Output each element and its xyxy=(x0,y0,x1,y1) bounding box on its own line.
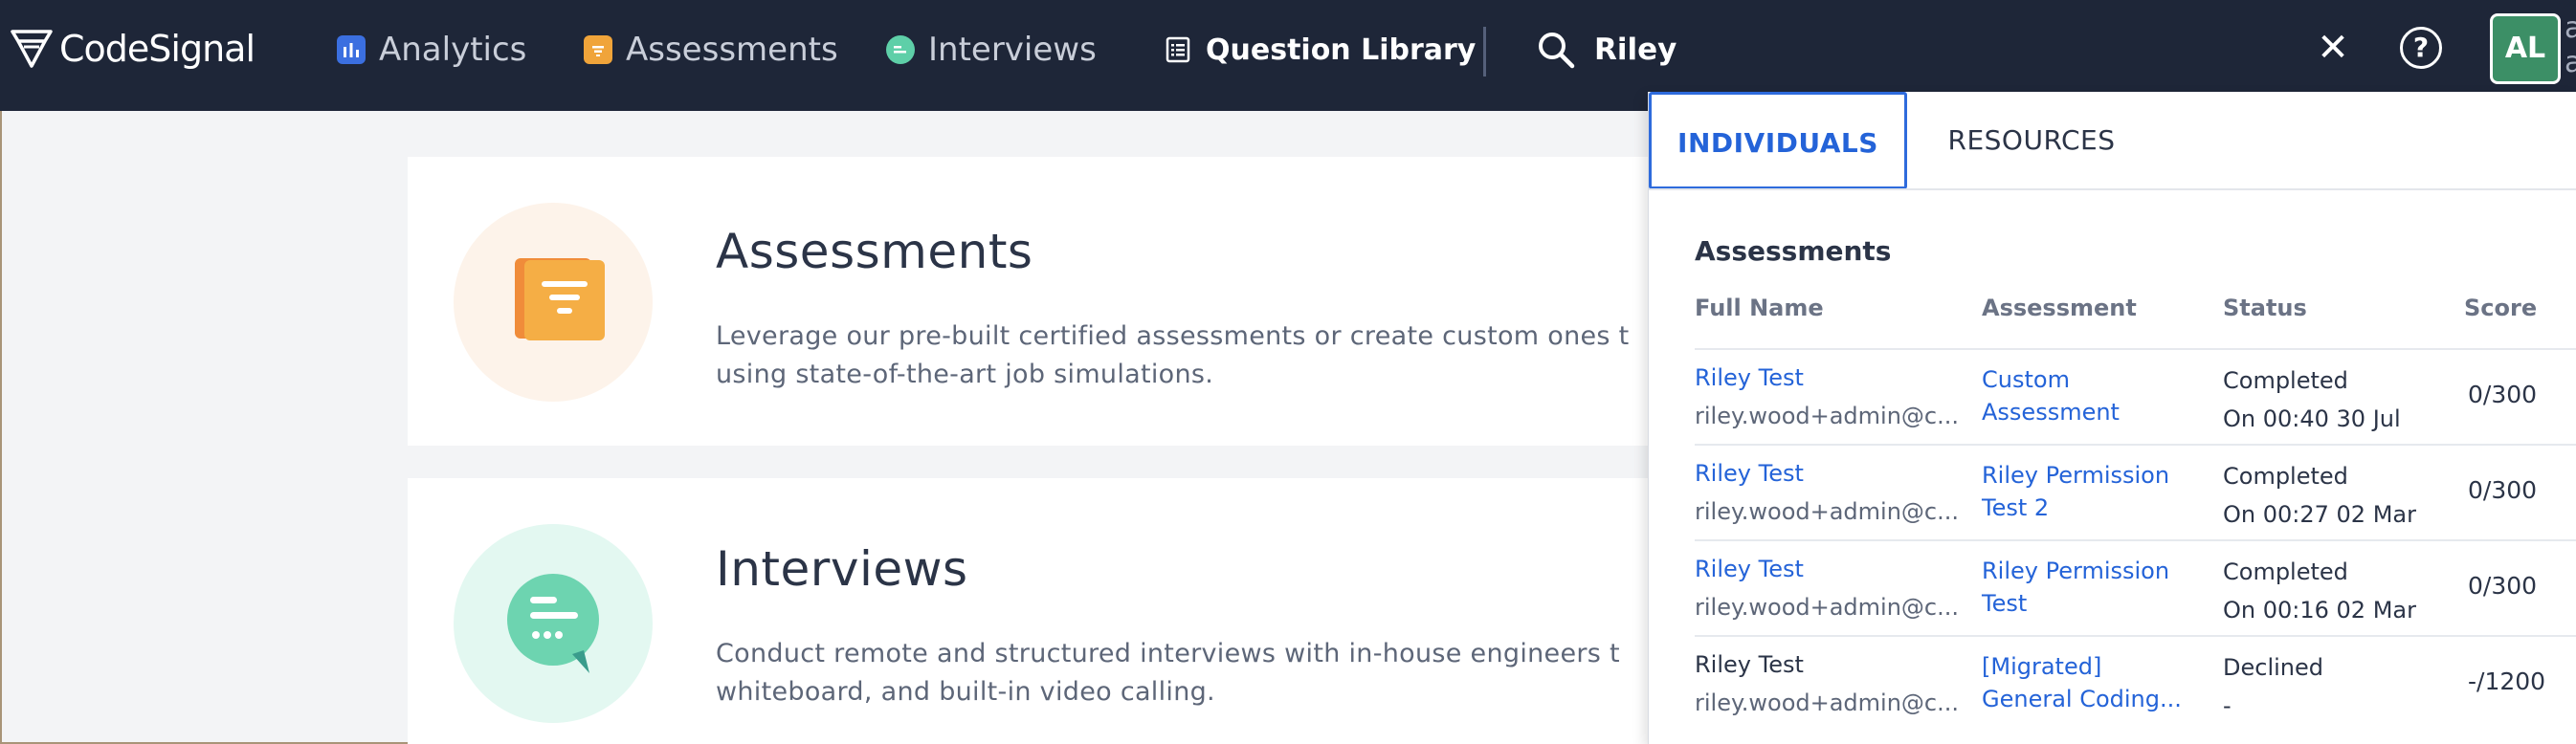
search-icon[interactable] xyxy=(1535,29,1577,71)
assessment-name-line: Custom xyxy=(1982,366,2070,393)
assessment-name-line: Riley Permission xyxy=(1982,558,2170,584)
candidate-email: riley.wood+admin@c... xyxy=(1695,594,1959,621)
assessments-card[interactable]: Assessments Leverage our pre-built certi… xyxy=(408,157,1652,446)
nav-analytics[interactable]: Analytics xyxy=(337,29,526,71)
assessment-name-line: General Coding... xyxy=(1982,686,2182,712)
assessment-name-line: [Migrated] xyxy=(1982,653,2102,680)
status-detail: On 00:40 30 Jul xyxy=(2223,405,2401,432)
bar-chart-icon xyxy=(337,35,366,64)
assessment-link[interactable]: Riley Permission Test xyxy=(1982,555,2202,620)
column-header-full-name: Full Name xyxy=(1695,295,1824,321)
assessment-link[interactable]: [Migrated] General Coding... xyxy=(1982,650,2202,715)
description-line: Leverage our pre-built certified assessm… xyxy=(716,321,1630,351)
tab-resources[interactable]: RESOURCES xyxy=(1907,92,2156,189)
status-detail: On 00:16 02 Mar xyxy=(2223,597,2416,624)
chat-icon xyxy=(507,574,599,673)
assessments-card-title: Assessments xyxy=(716,224,1033,279)
candidate-name-link[interactable]: Riley Test xyxy=(1695,457,1804,490)
search-input[interactable] xyxy=(1594,29,2073,71)
codesignal-logo-icon xyxy=(11,30,53,68)
document-icon xyxy=(515,258,605,340)
assessment-link[interactable]: Riley Permission Test 2 xyxy=(1982,459,2202,524)
assessment-name-line: Test xyxy=(1982,590,2028,617)
candidate-email: riley.wood+admin@c... xyxy=(1695,689,1959,716)
status-label: Completed xyxy=(2223,558,2348,585)
help-button[interactable]: ? xyxy=(2400,27,2442,69)
candidate-email: riley.wood+admin@c... xyxy=(1695,498,1959,525)
status-detail: - xyxy=(2223,692,2232,719)
score: 0/300 xyxy=(2468,572,2538,600)
nav-interviews-label: Interviews xyxy=(928,31,1097,69)
nav-question-library[interactable]: Question Library xyxy=(1164,29,1476,71)
status-label: Completed xyxy=(2223,463,2348,490)
description-line: whiteboard, and built-in video calling. xyxy=(716,677,1215,707)
interviews-card-title: Interviews xyxy=(716,541,968,597)
tab-divider xyxy=(1649,188,2576,190)
brand-name: CodeSignal xyxy=(59,28,255,70)
nav-interviews[interactable]: Interviews xyxy=(886,29,1097,71)
candidate-name-link[interactable]: Riley Test xyxy=(1695,361,1804,394)
tab-individuals[interactable]: INDIVIDUALS xyxy=(1649,92,1907,189)
codesignal-logo[interactable]: CodeSignal xyxy=(10,25,255,73)
user-name-clipped: aa xyxy=(2565,11,2576,79)
avatar[interactable]: AL xyxy=(2490,13,2561,84)
description-line: Conduct remote and structured interviews… xyxy=(716,639,1620,668)
nav-question-library-label: Question Library xyxy=(1206,33,1477,67)
assessments-card-description: Leverage our pre-built certified assessm… xyxy=(716,317,1768,394)
status: Declined - xyxy=(2223,648,2323,725)
status: Completed On 00:27 02 Mar xyxy=(2223,457,2416,534)
score: 0/300 xyxy=(2468,476,2538,504)
nav-assessments-label: Assessments xyxy=(626,31,838,69)
description-line: using state-of-the-art job simulations. xyxy=(716,360,1214,389)
list-icon xyxy=(1164,35,1192,64)
status-label: Declined xyxy=(2223,654,2323,681)
table-row[interactable]: Riley Test riley.wood+admin@c... [Migrat… xyxy=(1695,635,2576,731)
nav-assessments[interactable]: Assessments xyxy=(584,29,838,71)
score: 0/300 xyxy=(2468,381,2538,408)
assessment-name-line: Test 2 xyxy=(1982,494,2050,521)
candidate-name-link[interactable]: Riley Test xyxy=(1695,553,1804,585)
interviews-card-description: Conduct remote and structured interviews… xyxy=(716,635,1768,711)
column-header-assessment: Assessment xyxy=(1982,295,2137,321)
chat-icon xyxy=(886,35,915,64)
search-results-panel: INDIVIDUALS RESOURCES Assessments Full N… xyxy=(1648,92,2576,744)
document-icon xyxy=(584,35,612,64)
status-detail: On 00:27 02 Mar xyxy=(2223,501,2416,528)
interviews-card[interactable]: Interviews Conduct remote and structured… xyxy=(408,478,1652,744)
column-header-status: Status xyxy=(2223,295,2307,321)
table-row[interactable]: Riley Test riley.wood+admin@c... Riley P… xyxy=(1695,444,2576,539)
assessments-card-illustration xyxy=(454,203,653,402)
table-row[interactable]: Riley Test riley.wood+admin@c... Riley P… xyxy=(1695,539,2576,635)
close-search-button[interactable]: ✕ xyxy=(2312,27,2354,69)
column-header-score: Score xyxy=(2464,295,2538,321)
assessment-name-line: Riley Permission xyxy=(1982,462,2170,489)
interviews-card-illustration xyxy=(454,524,653,723)
status: Completed On 00:16 02 Mar xyxy=(2223,553,2416,629)
question-mark-icon: ? xyxy=(2412,32,2430,63)
candidate-email: riley.wood+admin@c... xyxy=(1695,403,1959,429)
candidate-name: Riley Test xyxy=(1695,651,1804,678)
nav-divider xyxy=(1483,27,1486,77)
results-section-title: Assessments xyxy=(1695,235,1892,267)
status: Completed On 00:40 30 Jul xyxy=(2223,361,2401,438)
score: -/1200 xyxy=(2468,667,2546,695)
table-row[interactable]: Riley Test riley.wood+admin@c... Custom … xyxy=(1695,348,2576,444)
close-icon: ✕ xyxy=(2317,26,2349,70)
assessment-name-line: Assessment xyxy=(1982,399,2120,426)
status-label: Completed xyxy=(2223,367,2348,394)
assessment-link[interactable]: Custom Assessment xyxy=(1982,363,2202,428)
nav-analytics-label: Analytics xyxy=(379,31,527,69)
